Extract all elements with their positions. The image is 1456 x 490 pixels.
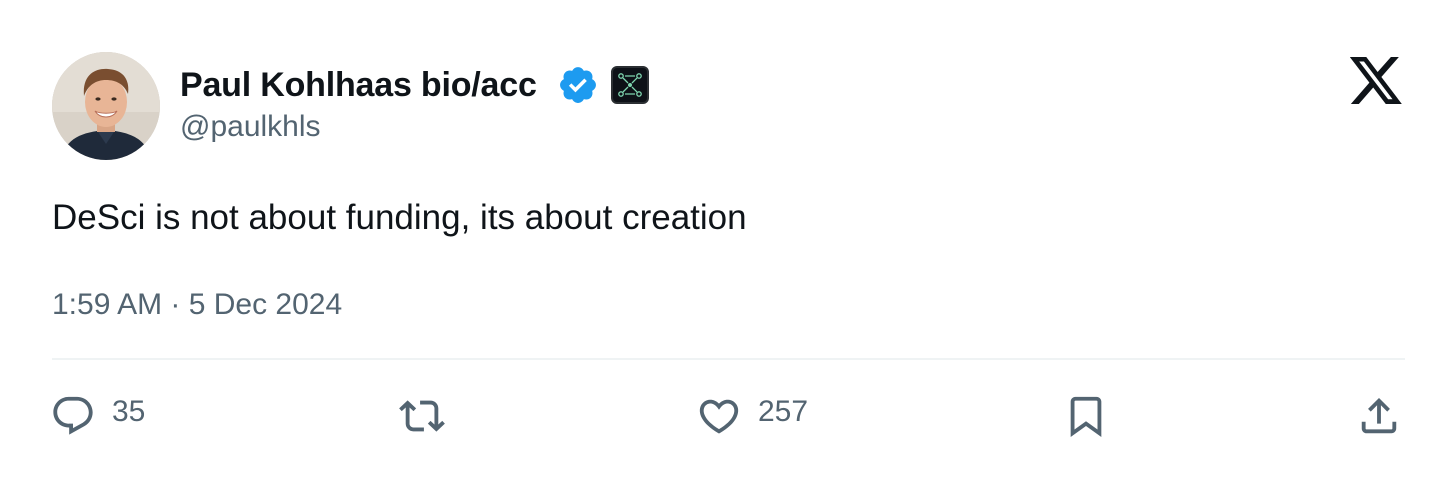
like-button[interactable]: 257 [696,392,808,440]
author-name-row: Paul Kohlhaas bio/acc [180,62,649,108]
tweet-timestamp[interactable]: 1:59 AM · 5 Dec 2024 [52,288,342,322]
retweet-button[interactable] [399,392,461,440]
bookmark-button[interactable] [1063,392,1109,440]
share-button[interactable] [1356,392,1402,440]
reply-count: 35 [112,395,146,428]
share-icon [1361,397,1397,434]
x-logo-icon[interactable] [1350,57,1402,104]
divider [52,358,1405,360]
reply-icon [53,396,93,435]
avatar-image [52,52,160,160]
author-handle[interactable]: @paulkhls [180,110,321,144]
tweet-text: DeSci is not about funding, its about cr… [52,198,747,237]
retweet-icon [399,400,445,432]
author-display-name[interactable]: Paul Kohlhaas bio/acc [180,66,537,105]
network-badge-icon[interactable] [610,66,649,104]
verified-badge-icon [559,67,596,103]
tweet-card: Paul Kohlhaas bio/acc @paulkhls DeSci is… [0,0,1456,490]
heart-icon [699,399,739,434]
like-count: 257 [758,395,809,428]
bookmark-icon [1070,396,1102,437]
reply-button[interactable]: 35 [50,392,145,440]
avatar[interactable] [52,52,160,160]
